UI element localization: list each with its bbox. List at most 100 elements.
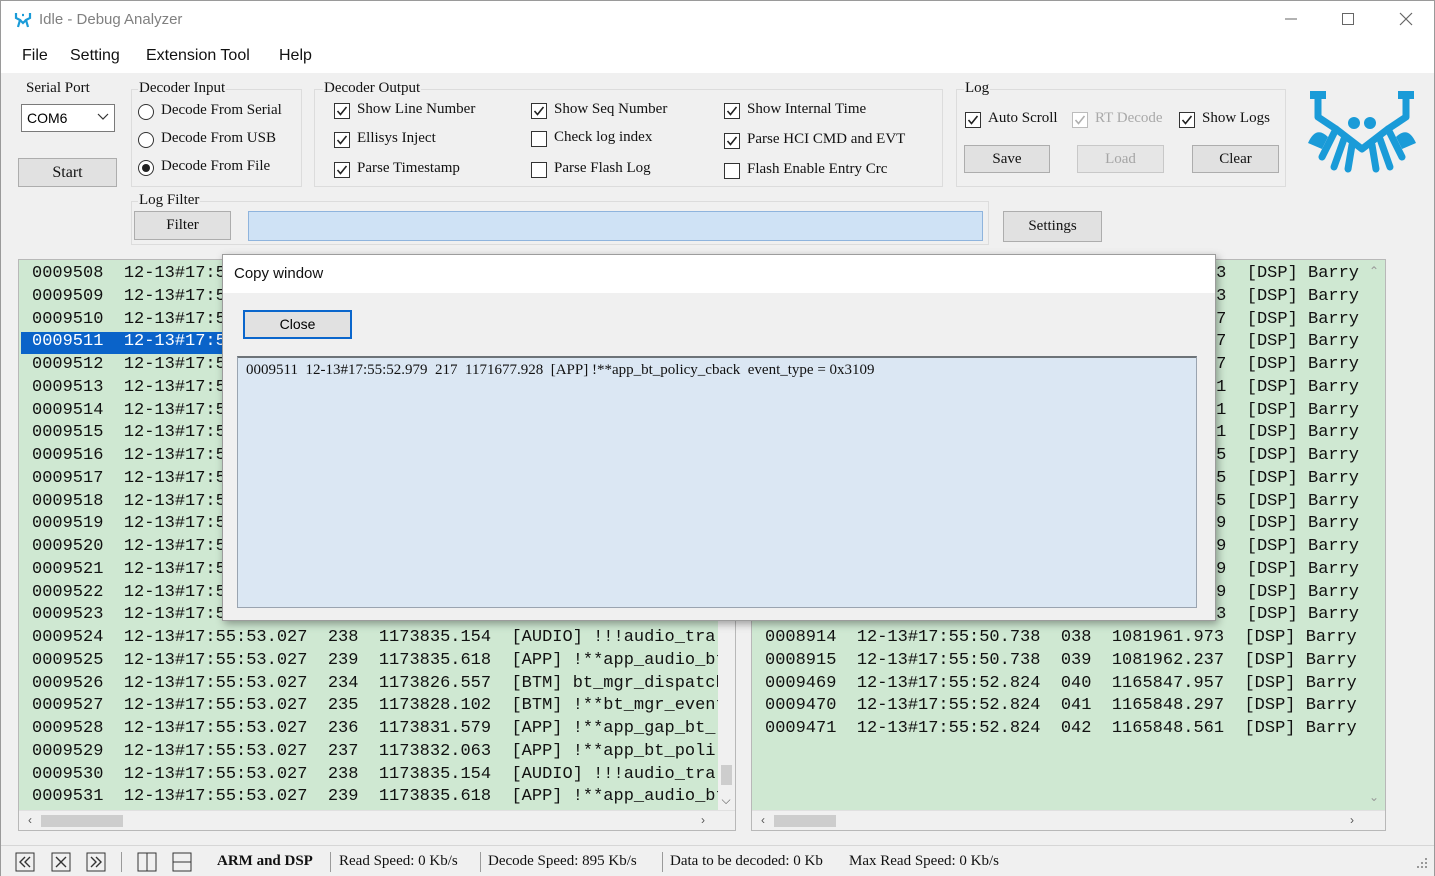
log-line[interactable]: 0009508 12-13#17:5 (32, 264, 226, 286)
log-line[interactable]: 0009527 12-13#17:55:53.027 235 1173828.1… (32, 696, 726, 718)
checkbox[interactable] (334, 132, 350, 148)
scroll-down-icon[interactable]: ⌄ (1366, 790, 1382, 804)
log-line[interactable]: 9 [DSP] Barry (1216, 583, 1359, 605)
log-line[interactable]: 0008915 12-13#17:55:50.738 039 1081962.2… (765, 651, 1357, 673)
checkbox[interactable] (724, 133, 740, 149)
log-line[interactable]: 0009511 12-13#17:5 (21, 332, 227, 355)
log-line[interactable]: 0009522 12-13#17:5 (32, 583, 226, 605)
radio-button[interactable] (138, 104, 154, 120)
radio-label: Decode From Serial (161, 102, 282, 118)
log-line[interactable]: 0009529 12-13#17:55:53.027 237 1173832.0… (32, 742, 716, 764)
log-line[interactable]: 3 [DSP] Barry (1216, 264, 1359, 286)
split-horizontal-icon[interactable] (172, 852, 192, 872)
log-line[interactable]: 0009512 12-13#17:5 (32, 355, 226, 377)
dialog-close-button[interactable]: Close (243, 310, 352, 339)
filter-button[interactable]: Filter (134, 211, 231, 240)
log-line[interactable]: 9 [DSP] Barry (1216, 537, 1359, 559)
filter-input[interactable] (248, 211, 983, 241)
log-line[interactable]: 3 [DSP] Barry (1216, 605, 1359, 627)
checkbox[interactable] (724, 163, 740, 179)
log-line[interactable]: 0009517 12-13#17:5 (32, 469, 226, 491)
log-line[interactable]: 5 [DSP] Barry (1216, 492, 1359, 514)
dsp-log-hscroll[interactable]: ‹ › (752, 810, 1385, 830)
scroll-right-icon[interactable]: › (695, 813, 711, 827)
copy-text-area[interactable]: 0009511 12-13#17:55:52.979 217 1171677.9… (237, 356, 1197, 608)
log-line[interactable]: 0009469 12-13#17:55:52.824 040 1165847.9… (765, 674, 1357, 696)
log-line[interactable]: 0009520 12-13#17:5 (32, 537, 226, 559)
log-line[interactable]: 0009531 12-13#17:55:53.027 239 1173835.6… (32, 787, 726, 809)
close-button[interactable] (1386, 7, 1426, 33)
menu-extension-tool[interactable]: Extension Tool (146, 47, 250, 65)
last-page-icon[interactable] (86, 852, 106, 872)
log-line[interactable]: 7 [DSP] Barry (1216, 355, 1359, 377)
scroll-thumb[interactable] (774, 815, 836, 827)
scroll-left-icon[interactable]: ‹ (22, 813, 38, 827)
log-line[interactable]: 0009514 12-13#17:5 (32, 401, 226, 423)
log-line[interactable]: 0009528 12-13#17:55:53.027 236 1173831.5… (32, 719, 716, 741)
dsp-log-vscroll[interactable]: ⌃ ⌄ (1363, 260, 1385, 810)
log-line[interactable]: 0009509 12-13#17:5 (32, 287, 226, 309)
radio-label: Decode From USB (161, 130, 276, 146)
log-line[interactable]: 3 [DSP] Barry (1216, 287, 1359, 309)
checkbox[interactable] (965, 112, 981, 128)
log-line[interactable]: 0009523 12-13#17:5 (32, 605, 226, 627)
log-line[interactable]: 1 [DSP] Barry (1216, 423, 1359, 445)
menu-file[interactable]: File (22, 47, 48, 65)
checkbox-label: Show Logs (1202, 110, 1270, 126)
log-line[interactable]: 5 [DSP] Barry (1216, 446, 1359, 468)
serial-port-select[interactable]: COM6 (21, 104, 115, 132)
log-line[interactable]: 0008914 12-13#17:55:50.738 038 1081961.9… (765, 628, 1357, 650)
menu-help[interactable]: Help (279, 47, 312, 65)
checkbox[interactable] (334, 103, 350, 119)
checkbox[interactable] (531, 131, 547, 147)
log-line[interactable]: 9 [DSP] Barry (1216, 560, 1359, 582)
close-icon (1399, 12, 1413, 26)
log-line[interactable]: 9 [DSP] Barry (1216, 514, 1359, 536)
save-button[interactable]: Save (964, 145, 1050, 173)
log-line[interactable]: 0009513 12-13#17:5 (32, 378, 226, 400)
log-line[interactable]: 0009521 12-13#17:5 (32, 560, 226, 582)
log-line[interactable]: 0009510 12-13#17:5 (32, 310, 226, 332)
split-vertical-icon[interactable] (137, 852, 157, 872)
scroll-thumb[interactable] (41, 815, 123, 827)
log-line[interactable]: 7 [DSP] Barry (1216, 310, 1359, 332)
checkbox[interactable] (724, 103, 740, 119)
radio-button[interactable] (138, 132, 154, 148)
scroll-thumb[interactable] (721, 765, 732, 785)
first-page-icon[interactable] (15, 852, 35, 872)
scroll-up-icon[interactable]: ⌃ (1366, 264, 1382, 278)
start-button[interactable]: Start (18, 158, 117, 187)
checkbox[interactable] (334, 162, 350, 178)
stop-icon[interactable] (51, 852, 71, 872)
checkbox[interactable] (531, 162, 547, 178)
scroll-left-icon[interactable]: ‹ (755, 813, 771, 827)
log-line[interactable]: 1 [DSP] Barry (1216, 401, 1359, 423)
arm-log-hscroll[interactable]: ‹ › (19, 810, 735, 830)
log-line[interactable]: 0009530 12-13#17:55:53.027 238 1173835.1… (32, 765, 716, 787)
status-separator (330, 852, 331, 872)
log-line[interactable]: 7 [DSP] Barry (1216, 332, 1359, 354)
scroll-right-icon[interactable]: › (1344, 813, 1360, 827)
log-line[interactable]: 5 [DSP] Barry (1216, 469, 1359, 491)
log-line[interactable]: 1 [DSP] Barry (1216, 378, 1359, 400)
log-line[interactable]: 0009516 12-13#17:5 (32, 446, 226, 468)
scroll-down-icon[interactable]: ⌵ (718, 793, 734, 808)
log-line[interactable]: 0009525 12-13#17:55:53.027 239 1173835.6… (32, 651, 726, 673)
log-line[interactable]: 0009515 12-13#17:5 (32, 423, 226, 445)
radio-button[interactable] (138, 160, 154, 176)
log-line[interactable]: 0009470 12-13#17:55:52.824 041 1165848.2… (765, 696, 1357, 718)
minimize-button[interactable] (1271, 7, 1311, 33)
log-line[interactable]: 0009471 12-13#17:55:52.824 042 1165848.5… (765, 719, 1357, 741)
log-line[interactable]: 0009518 12-13#17:5 (32, 492, 226, 514)
clear-button[interactable]: Clear (1192, 145, 1279, 173)
settings-button[interactable]: Settings (1003, 211, 1102, 242)
checkbox[interactable] (531, 103, 547, 119)
log-line[interactable]: 0009519 12-13#17:5 (32, 514, 226, 536)
maximize-button[interactable] (1328, 7, 1368, 33)
menu-setting[interactable]: Setting (70, 47, 120, 65)
checkbox[interactable] (1179, 112, 1195, 128)
log-line[interactable]: 0009526 12-13#17:55:53.027 234 1173826.5… (32, 674, 726, 696)
resize-grip-icon[interactable] (1415, 856, 1429, 870)
log-line[interactable]: 0009524 12-13#17:55:53.027 238 1173835.1… (32, 628, 716, 650)
checkbox-label: Check log index (554, 129, 653, 145)
